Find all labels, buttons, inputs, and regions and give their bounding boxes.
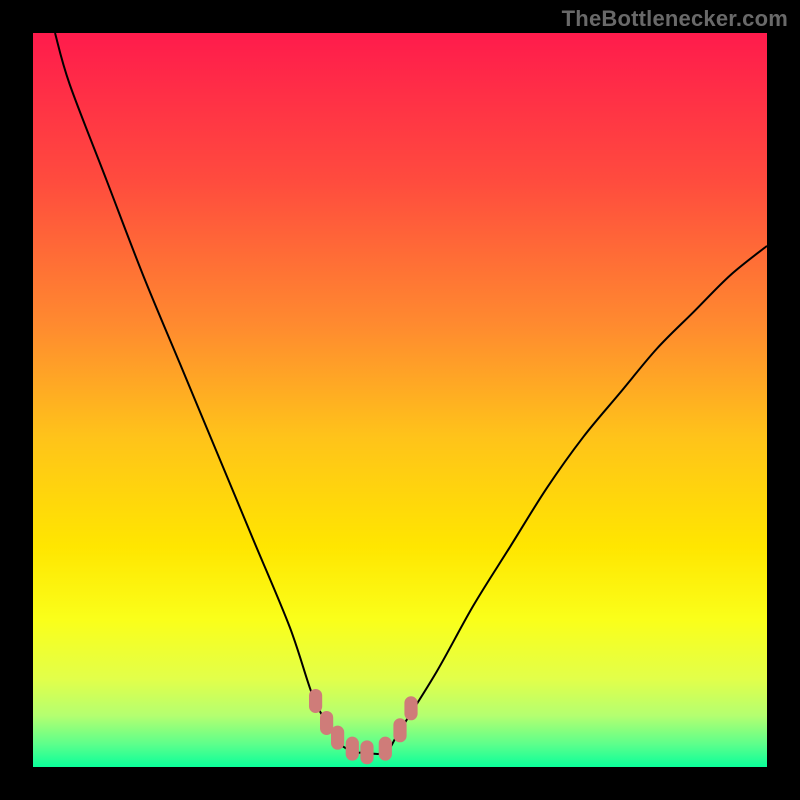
gradient-background xyxy=(33,33,767,767)
chart-svg xyxy=(33,33,767,767)
plot-area xyxy=(33,33,767,767)
curve-marker xyxy=(309,689,322,713)
curve-marker xyxy=(393,718,406,742)
curve-marker xyxy=(404,696,417,720)
chart-frame: TheBottlenecker.com xyxy=(0,0,800,800)
curve-marker xyxy=(379,737,392,761)
curve-marker xyxy=(331,726,344,750)
curve-marker xyxy=(346,737,359,761)
curve-marker xyxy=(360,740,373,764)
watermark-text: TheBottlenecker.com xyxy=(562,6,788,32)
